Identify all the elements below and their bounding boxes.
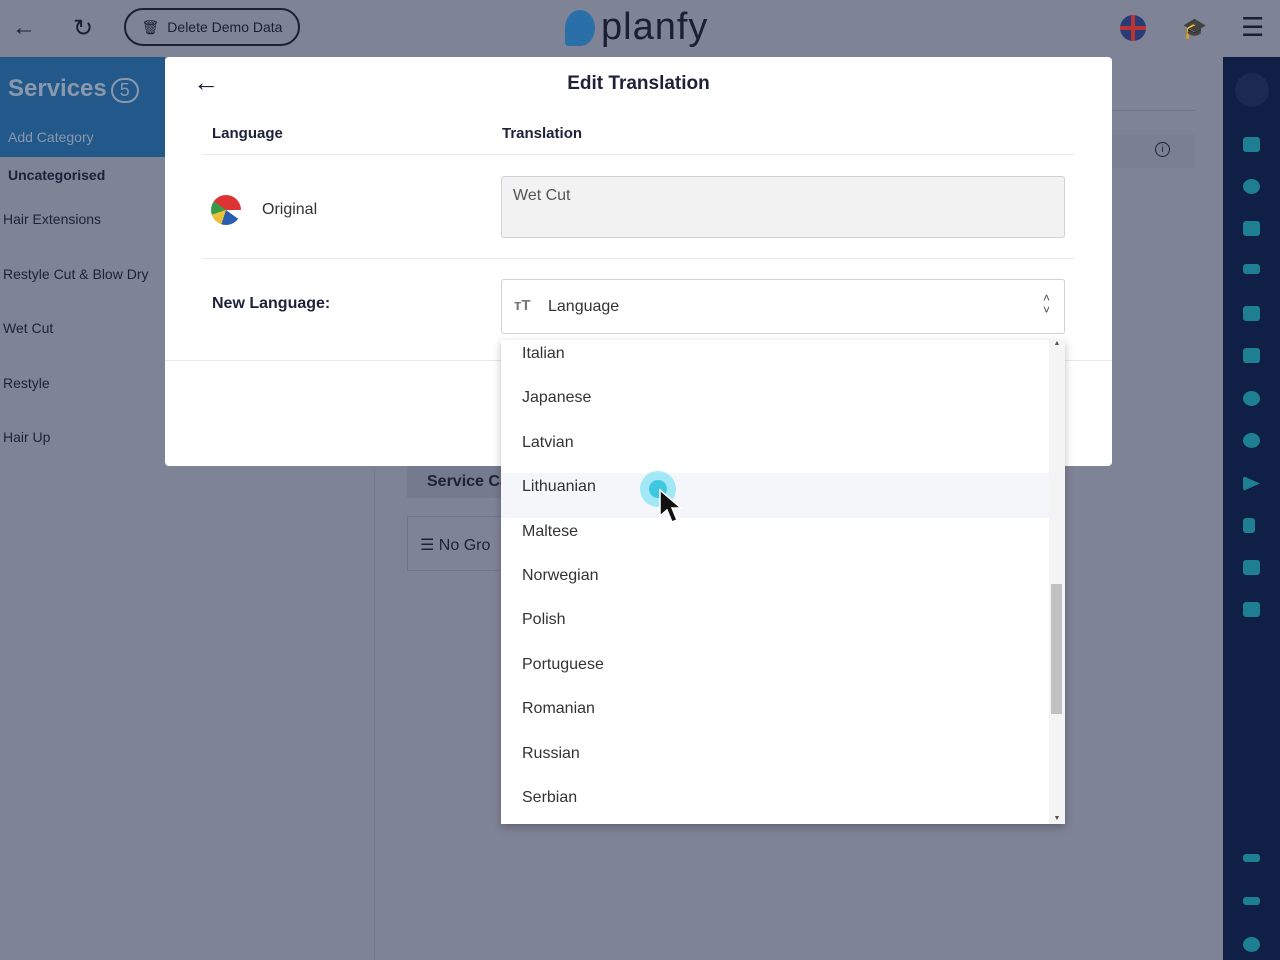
category-item[interactable]: Uncategorised [8,167,105,183]
info-bar: i [1112,134,1194,168]
calendar-check-icon[interactable] [1243,137,1260,152]
service-category-tab[interactable]: Service Ca [407,465,507,498]
divider [202,258,1074,259]
contact-icon[interactable] [1243,306,1260,321]
dropdown-scrollbar[interactable]: ▲ ▼ [1049,340,1065,824]
gear-icon[interactable] [1243,391,1260,406]
services-header: Services 5 Add Category [0,57,165,157]
original-translation-field[interactable]: Wet Cut [501,176,1065,238]
scroll-down-icon[interactable]: ▼ [1049,815,1065,822]
language-dropdown: Italian Japanese Latvian Lithuanian Malt… [501,340,1065,824]
top-bar: ← ↻ 🗑 Delete Demo Data planfy 🎓 ☰ [0,0,1280,57]
menu-icon[interactable]: ☰ [1241,12,1264,43]
globe-icon[interactable] [1243,433,1260,448]
key-icon[interactable] [1243,897,1260,905]
services-count-badge: 5 [110,78,139,103]
category-item[interactable]: Restyle Cut & Blow Dry [3,266,148,282]
language-option[interactable]: Japanese [501,384,1065,428]
logo: planfy [565,6,708,49]
category-item[interactable]: Hair Up [3,429,50,445]
filter-icon: ☰ [420,537,439,554]
trash-icon: 🗑 [141,18,160,35]
chat-icon[interactable] [1243,602,1260,617]
delete-demo-data-button[interactable]: 🗑 Delete Demo Data [124,8,300,46]
world-flags-icon [211,195,241,225]
modal-title: Edit Translation [567,73,710,94]
chevron-up-down-icon: ˄ ˅ [1042,291,1050,317]
language-select[interactable]: тT Language ˄ ˅ [501,279,1065,334]
graduation-cap-icon[interactable]: 🎓 [1182,16,1207,41]
category-item[interactable]: Restyle [3,375,50,391]
info-icon[interactable]: i [1155,142,1170,157]
power-icon[interactable] [1243,937,1260,952]
scroll-up-icon[interactable]: ▲ [1049,340,1065,347]
category-item[interactable]: Wet Cut [3,320,53,336]
language-option[interactable]: Italian [501,340,1065,384]
divider [202,154,1074,155]
cart-icon[interactable] [1243,348,1260,363]
language-option[interactable]: Russian [501,740,1065,784]
language-option[interactable]: Serbian [501,784,1065,824]
language-option[interactable]: Latvian [501,429,1065,473]
refresh-icon[interactable]: ↻ [73,14,93,43]
uk-flag-icon[interactable] [1120,15,1146,41]
avatar[interactable] [1235,73,1269,107]
divider [1112,110,1194,111]
wallet-icon[interactable] [1243,560,1260,575]
language-option[interactable]: Portuguese [501,651,1065,695]
clock-icon[interactable] [1243,179,1260,194]
language-option[interactable]: Maltese [501,518,1065,562]
add-category-link[interactable]: Add Category [8,129,94,145]
language-option[interactable]: Romanian [501,695,1065,739]
send-icon[interactable] [1243,476,1260,491]
new-language-label: New Language: [212,295,331,312]
list-icon[interactable] [1243,221,1260,236]
category-item[interactable]: Hair Extensions [3,211,101,227]
back-icon[interactable]: ← [12,14,36,42]
chart-icon[interactable] [1243,518,1255,533]
language-option[interactable]: Norwegian [501,562,1065,606]
translation-column-header: Translation [502,125,583,142]
people-icon[interactable] [1243,264,1260,274]
original-label: Original [262,201,318,218]
language-option-hovered[interactable]: Lithuanian [501,473,1065,518]
right-nav [1223,57,1280,960]
logo-icon [565,9,595,46]
swap-icon[interactable] [1243,854,1260,862]
group-filter[interactable]: ☰ No Gro [407,516,507,571]
scrollbar-thumb[interactable] [1051,584,1062,714]
language-option[interactable]: Polish [501,606,1065,650]
mouse-pointer-icon [659,488,684,523]
text-size-icon: тT [514,297,531,314]
language-column-header: Language [212,125,283,142]
